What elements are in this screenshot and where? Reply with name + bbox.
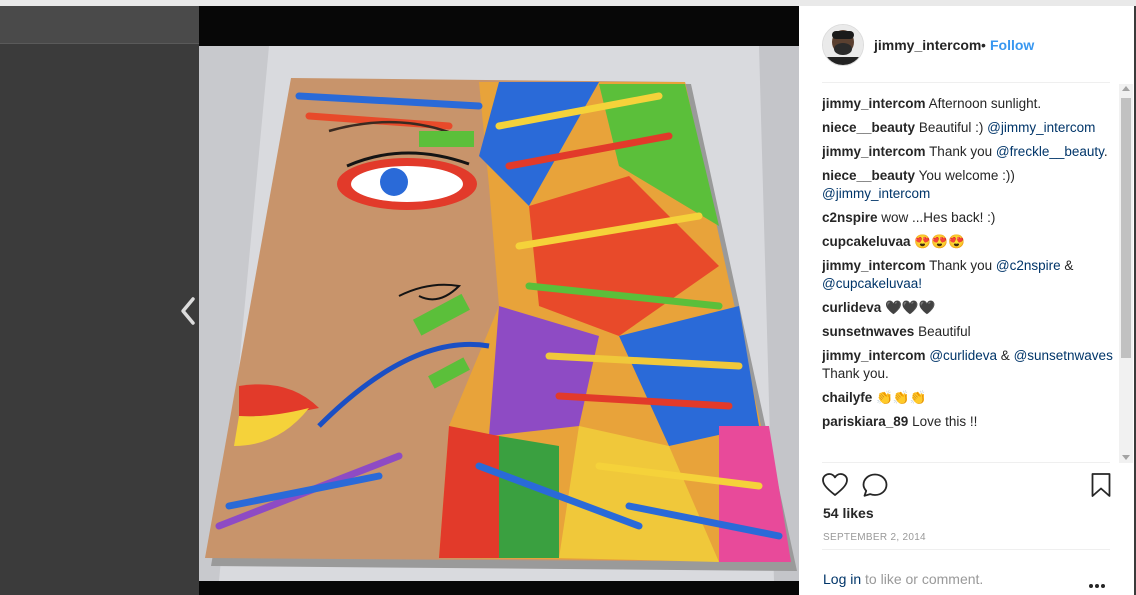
post-header: jimmy_intercom • Follow bbox=[799, 6, 1134, 82]
more-options-icon[interactable] bbox=[1089, 575, 1109, 588]
comment-bubble-icon[interactable] bbox=[861, 472, 889, 498]
comment-username[interactable]: niece__beauty bbox=[822, 168, 915, 183]
comment-text: & bbox=[997, 348, 1014, 363]
divider bbox=[822, 462, 1110, 463]
login-prompt: Log in to like or comment. bbox=[823, 571, 983, 587]
comment-text: 😍😍😍 bbox=[914, 234, 965, 249]
comment-item: cupcakeluvaa 😍😍😍 bbox=[822, 233, 1114, 251]
comment-username[interactable]: sunsetnwaves bbox=[822, 324, 914, 339]
comment-username[interactable]: jimmy_intercom bbox=[822, 348, 926, 363]
comment-mention[interactable]: @freckle__beauty bbox=[996, 144, 1104, 159]
comment-item: pariskiara_89 Love this !! bbox=[822, 413, 1114, 431]
comment-mention[interactable]: @jimmy_intercom bbox=[987, 120, 1095, 135]
comment-item: jimmy_intercom Thank you @c2nspire & @cu… bbox=[822, 257, 1114, 293]
comment-item: curlideva 🖤🖤🖤 bbox=[822, 299, 1114, 317]
comment-item: jimmy_intercom @curlideva & @sunsetnwave… bbox=[822, 347, 1114, 383]
post-panel: jimmy_intercom • Follow jimmy_intercom A… bbox=[799, 6, 1134, 595]
comment-text: Thank you. bbox=[822, 366, 889, 381]
comment-item: sunsetnwaves Beautiful bbox=[822, 323, 1114, 341]
comment-mention[interactable]: @jimmy_intercom bbox=[822, 186, 930, 201]
comment-username[interactable]: jimmy_intercom bbox=[822, 144, 926, 159]
comment-text: Thank you bbox=[929, 258, 996, 273]
likes-count[interactable]: 54 likes bbox=[823, 505, 874, 521]
comment-username[interactable]: curlideva bbox=[822, 300, 881, 315]
comment-item: niece__beauty Beautiful :) @jimmy_interc… bbox=[822, 119, 1114, 137]
comment-username[interactable]: pariskiara_89 bbox=[822, 414, 908, 429]
comment-text: You welcome :)) bbox=[918, 168, 1015, 183]
comment-text: Love this !! bbox=[912, 414, 978, 429]
comment-item: c2nspire wow ...Hes back! :) bbox=[822, 209, 1114, 227]
comment-text: 👏👏👏 bbox=[876, 390, 927, 405]
comment-text: 🖤🖤🖤 bbox=[885, 300, 936, 315]
comment-text: Beautiful bbox=[918, 324, 971, 339]
comment-mention[interactable]: @cupcakeluvaa! bbox=[822, 276, 922, 291]
comment-item: niece__beauty You welcome :)) @jimmy_int… bbox=[822, 167, 1114, 203]
login-link[interactable]: Log in bbox=[823, 571, 861, 587]
comment-username[interactable]: jimmy_intercom bbox=[822, 96, 926, 111]
post-date: SEPTEMBER 2, 2014 bbox=[823, 532, 926, 543]
comment-username[interactable]: chailyfe bbox=[822, 390, 872, 405]
comment-text: & bbox=[1060, 258, 1074, 273]
header-separator: • bbox=[981, 37, 986, 53]
comment-username[interactable]: cupcakeluvaa bbox=[822, 234, 911, 249]
comment-text: . bbox=[1103, 144, 1108, 159]
comments-scrollbar[interactable] bbox=[1119, 84, 1133, 463]
comment-username[interactable]: jimmy_intercom bbox=[822, 258, 926, 273]
comment-item: jimmy_intercom Thank you @freckle__beaut… bbox=[822, 143, 1114, 161]
scroll-up-arrow-icon[interactable] bbox=[1122, 86, 1130, 91]
comment-item: chailyfe 👏👏👏 bbox=[822, 389, 1114, 407]
comment-mention[interactable]: @sunsetnwaves bbox=[1014, 348, 1113, 363]
login-text: to like or comment. bbox=[861, 571, 984, 587]
comment-text: wow ...Hes back! :) bbox=[881, 210, 996, 225]
comment-item: jimmy_intercom Afternoon sunlight. bbox=[822, 95, 1114, 113]
bookmark-icon[interactable] bbox=[1090, 472, 1112, 498]
follow-button[interactable]: Follow bbox=[990, 37, 1034, 53]
comment-username[interactable]: niece__beauty bbox=[822, 120, 915, 135]
comment-username[interactable]: c2nspire bbox=[822, 210, 878, 225]
scroll-down-arrow-icon[interactable] bbox=[1122, 455, 1130, 460]
heart-icon[interactable] bbox=[821, 472, 849, 498]
comment-mention[interactable]: @c2nspire bbox=[996, 258, 1061, 273]
avatar[interactable] bbox=[822, 24, 864, 66]
divider bbox=[822, 82, 1110, 83]
comments-list[interactable]: jimmy_intercom Afternoon sunlight. niece_… bbox=[822, 95, 1114, 461]
backdrop-left bbox=[0, 6, 199, 44]
comment-text: Thank you bbox=[929, 144, 996, 159]
comment-text: Beautiful :) bbox=[918, 120, 988, 135]
comment-text: Afternoon sunlight. bbox=[928, 96, 1042, 111]
scroll-thumb[interactable] bbox=[1121, 98, 1131, 358]
divider bbox=[822, 549, 1110, 550]
post-image bbox=[199, 6, 799, 595]
chevron-left-icon[interactable] bbox=[178, 296, 200, 326]
post-username[interactable]: jimmy_intercom bbox=[874, 37, 981, 53]
comment-mention[interactable]: @curlideva bbox=[929, 348, 997, 363]
